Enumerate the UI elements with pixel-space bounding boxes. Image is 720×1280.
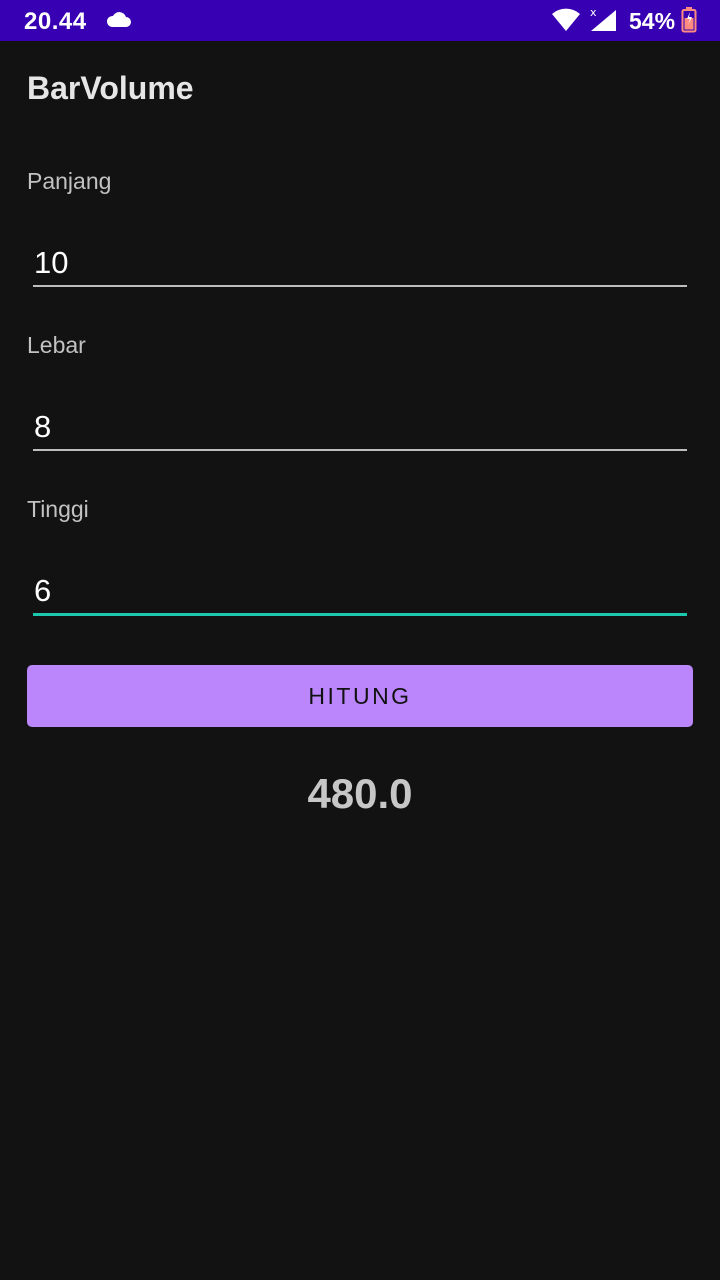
app-title: BarVolume [27, 70, 194, 106]
hitung-button[interactable]: HITUNG [27, 665, 693, 727]
svg-text:x: x [590, 6, 597, 19]
signal-icon: x [590, 6, 616, 31]
lebar-label: Lebar [27, 332, 86, 358]
lebar-underline [33, 449, 687, 451]
app-screen: 20.44 x 54% BarVolume Panjang Lebar Ting… [0, 0, 720, 1280]
battery-icon [681, 7, 697, 33]
wifi-icon [552, 8, 580, 31]
status-bar: 20.44 x 54% [0, 0, 720, 41]
tinggi-label: Tinggi [27, 496, 89, 522]
status-time: 20.44 [24, 8, 87, 35]
battery-percent: 54% [629, 8, 676, 34]
tinggi-input[interactable] [33, 568, 687, 614]
panjang-label: Panjang [27, 168, 112, 194]
lebar-input[interactable] [33, 404, 687, 450]
panjang-underline [33, 285, 687, 287]
panjang-input[interactable] [33, 240, 687, 286]
result-value: 480.0 [307, 770, 413, 817]
cloud-icon [106, 12, 131, 27]
tinggi-underline [33, 613, 687, 616]
